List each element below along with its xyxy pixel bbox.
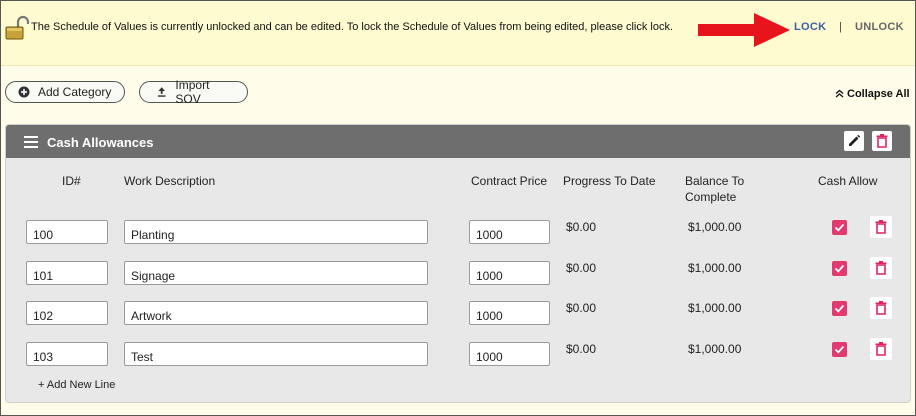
hamburger-icon[interactable] — [24, 136, 38, 148]
add-new-line-link[interactable]: + Add New Line — [38, 379, 115, 391]
delete-category-button[interactable] — [872, 131, 892, 151]
progress-to-date-value: $0.00 — [566, 261, 597, 275]
work-description-input[interactable] — [124, 261, 428, 285]
add-category-button[interactable]: Add Category — [5, 81, 125, 103]
trash-icon — [876, 134, 888, 148]
balance-to-complete-value: $1,000.00 — [688, 342, 742, 356]
lock-banner: The Schedule of Values is currently unlo… — [1, 1, 915, 66]
cash-allow-checkbox[interactable] — [832, 261, 847, 276]
column-header-balance: Balance To Complete — [685, 173, 744, 205]
trash-icon — [875, 342, 887, 356]
column-header-balance-line2: Complete — [685, 190, 737, 204]
banner-message: The Schedule of Values is currently unlo… — [31, 21, 674, 33]
balance-to-complete-value: $1,000.00 — [688, 261, 742, 275]
table-row: $0.00 $1,000.00 — [6, 216, 910, 246]
delete-row-button[interactable] — [870, 257, 892, 279]
contract-price-input[interactable] — [469, 261, 550, 285]
edit-category-button[interactable] — [844, 131, 864, 151]
column-header-contract-price: Contract Price — [471, 174, 548, 188]
cash-allow-checkbox[interactable] — [832, 220, 847, 235]
delete-row-button[interactable] — [870, 297, 892, 319]
pencil-icon — [849, 134, 861, 146]
trash-icon — [875, 261, 887, 275]
checkbox-checked-icon — [834, 264, 845, 273]
trash-icon — [875, 301, 887, 315]
red-pointer-arrow-icon — [698, 13, 790, 47]
collapse-all-button[interactable]: Collapse All — [835, 88, 910, 100]
column-header-id: ID# — [62, 174, 81, 188]
table-row: $0.00 $1,000.00 — [6, 338, 910, 368]
lock-link[interactable]: LOCK — [794, 21, 826, 33]
id-input[interactable] — [26, 220, 108, 244]
contract-price-input[interactable] — [469, 220, 550, 244]
unlocked-padlock-icon — [5, 15, 29, 40]
column-header-description: Work Description — [124, 174, 216, 188]
double-chevron-up-icon — [835, 89, 844, 98]
collapse-all-label: Collapse All — [847, 88, 910, 100]
import-sov-label: Import SOV — [175, 78, 210, 106]
cash-allow-checkbox[interactable] — [832, 301, 847, 316]
delete-row-button[interactable] — [870, 338, 892, 360]
balance-to-complete-value: $1,000.00 — [688, 301, 742, 315]
id-input[interactable] — [26, 342, 108, 366]
checkbox-checked-icon — [834, 345, 845, 354]
contract-price-input[interactable] — [469, 301, 550, 325]
delete-row-button[interactable] — [870, 216, 892, 238]
app-frame: The Schedule of Values is currently unlo… — [0, 0, 916, 416]
progress-to-date-value: $0.00 — [566, 220, 597, 234]
category-card: Cash Allowances ID# Work Description Con… — [5, 124, 911, 403]
category-title: Cash Allowances — [47, 135, 154, 150]
upload-icon — [157, 87, 166, 97]
trash-icon — [875, 220, 887, 234]
add-category-label: Add Category — [38, 85, 112, 99]
id-input[interactable] — [26, 301, 108, 325]
progress-to-date-value: $0.00 — [566, 301, 597, 315]
work-description-input[interactable] — [124, 342, 428, 366]
cash-allow-checkbox[interactable] — [832, 342, 847, 357]
category-header: Cash Allowances — [6, 125, 910, 158]
column-header-balance-line1: Balance To — [685, 174, 745, 188]
unlock-link[interactable]: UNLOCK — [855, 21, 904, 33]
import-sov-button[interactable]: Import SOV — [139, 78, 248, 106]
link-separator: | — [839, 21, 842, 33]
table-row: $0.00 $1,000.00 — [6, 257, 910, 287]
column-header-cash-allow: Cash Allow — [818, 174, 878, 188]
table-row: $0.00 $1,000.00 — [6, 297, 910, 327]
work-description-input[interactable] — [124, 220, 428, 244]
progress-to-date-value: $0.00 — [566, 342, 597, 356]
checkbox-checked-icon — [834, 223, 845, 232]
balance-to-complete-value: $1,000.00 — [688, 220, 742, 234]
plus-circle-icon — [18, 86, 30, 98]
checkbox-checked-icon — [834, 304, 845, 313]
work-description-input[interactable] — [124, 301, 428, 325]
id-input[interactable] — [26, 261, 108, 285]
contract-price-input[interactable] — [469, 342, 550, 366]
column-header-progress: Progress To Date — [563, 174, 656, 188]
